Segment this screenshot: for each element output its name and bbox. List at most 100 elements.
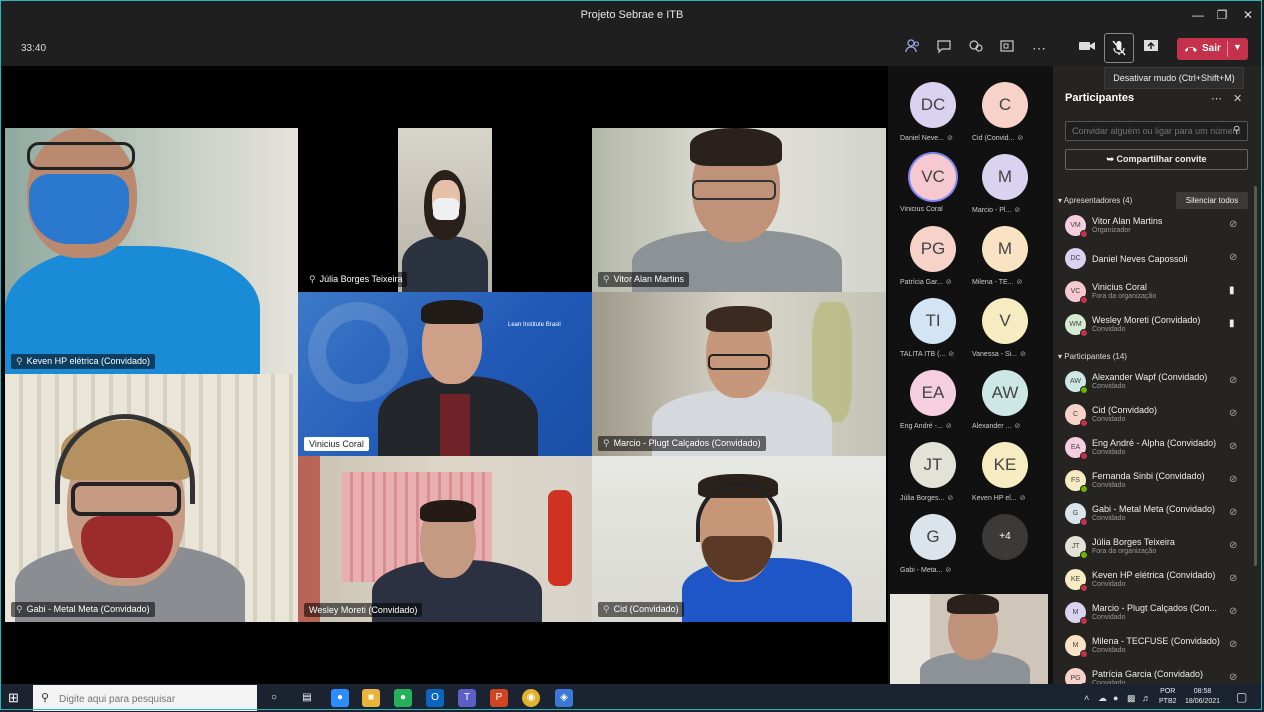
mic-muted-icon bbox=[1112, 40, 1126, 56]
participant-row[interactable]: M Marcio - Plugt Calçados (Con... Convidad… bbox=[1053, 598, 1264, 628]
roster-label: Eng André -... ⊘ bbox=[900, 423, 952, 430]
mic-muted-icon[interactable]: ⊘ bbox=[1229, 408, 1237, 419]
task-view-icon[interactable]: ▤ bbox=[298, 689, 316, 707]
window-title: Projeto Sebrae e ITB bbox=[580, 9, 684, 21]
roster-avatar[interactable]: JT bbox=[910, 442, 956, 488]
participants-icon[interactable] bbox=[903, 38, 923, 58]
notifications-icon[interactable]: ▢ bbox=[1236, 690, 1247, 704]
mic-icon[interactable]: ▮ bbox=[1229, 285, 1235, 296]
mic-muted-icon[interactable]: ⊘ bbox=[1229, 606, 1237, 617]
chrome-icon[interactable]: ◉ bbox=[522, 689, 540, 707]
video-tile[interactable]: ⚲ Cid (Convidado) bbox=[592, 456, 886, 622]
taskbar-search-input[interactable] bbox=[57, 689, 251, 709]
whatsapp-icon[interactable]: ● bbox=[394, 689, 412, 707]
rooms-icon[interactable] bbox=[997, 38, 1017, 58]
mic-muted-icon[interactable]: ⊘ bbox=[1229, 441, 1237, 452]
participant-row[interactable]: C Cid (Convidado) Convidado ⊘ bbox=[1053, 400, 1264, 430]
participant-row[interactable]: JT Júlia Borges Teixeira Fora da organizaç… bbox=[1053, 532, 1264, 562]
powerpoint-icon[interactable]: P bbox=[490, 689, 508, 707]
outlook-icon[interactable]: O bbox=[426, 689, 444, 707]
participant-row[interactable]: VM Vitor Alan Martins Organizador ⊘ bbox=[1053, 211, 1264, 241]
video-tile[interactable]: ⚲ Gabi - Metal Meta (Convidado) bbox=[5, 374, 298, 622]
share-screen-icon[interactable] bbox=[1141, 38, 1161, 58]
participants-header[interactable]: ▾ Participantes (14) bbox=[1058, 352, 1127, 361]
mic-icon[interactable]: ▮ bbox=[1229, 318, 1235, 329]
tile-name: Vinicius Coral bbox=[309, 439, 364, 449]
participant-row[interactable]: DC Daniel Neves Capossoli ⊘ bbox=[1053, 244, 1264, 274]
roster-avatar[interactable]: PG bbox=[910, 226, 956, 272]
roster-avatar[interactable]: V bbox=[982, 298, 1028, 344]
roster-avatar[interactable]: G bbox=[910, 514, 956, 560]
cortana-icon[interactable]: ○ bbox=[265, 689, 283, 707]
participant-row[interactable]: WM Wesley Moreti (Convidado) Convidado ▮ bbox=[1053, 310, 1264, 340]
close-panel-icon[interactable]: ✕ bbox=[1233, 92, 1242, 105]
video-tile[interactable]: ⚲ Keven HP elétrica (Convidado) bbox=[5, 128, 298, 374]
roster-avatar[interactable]: AW bbox=[982, 370, 1028, 416]
mic-muted-icon[interactable]: ⊘ bbox=[1229, 474, 1237, 485]
language-indicator[interactable]: POR PTB2 bbox=[1159, 687, 1177, 707]
mic-muted-icon[interactable]: ⊘ bbox=[1229, 507, 1237, 518]
roster-avatar[interactable]: EA bbox=[910, 370, 956, 416]
roster-avatar[interactable]: C bbox=[982, 82, 1028, 128]
roster-avatar[interactable]: DC bbox=[910, 82, 956, 128]
mic-muted-icon[interactable]: ⊘ bbox=[1229, 540, 1237, 551]
roster-avatar[interactable]: VC bbox=[910, 154, 956, 200]
mic-muted-icon[interactable]: ⊘ bbox=[1229, 573, 1237, 584]
participant-role: Fora da organização bbox=[1092, 293, 1157, 300]
mic-button[interactable] bbox=[1104, 33, 1134, 63]
leave-button[interactable]: Sair ▼ bbox=[1177, 38, 1248, 60]
system-clock[interactable]: 08:58 18/06/2021 bbox=[1185, 687, 1220, 707]
roster-avatar[interactable]: TI bbox=[910, 298, 956, 344]
roster-avatar[interactable]: +4 bbox=[982, 514, 1028, 560]
participant-row[interactable]: EA Eng André - Alpha (Convidado) Convidado… bbox=[1053, 433, 1264, 463]
security-icon[interactable]: ◈ bbox=[555, 689, 573, 707]
roster-avatar[interactable]: M bbox=[982, 226, 1028, 272]
mute-all-button[interactable]: Silenciar todos bbox=[1176, 192, 1248, 209]
video-tile[interactable]: ⚲ Marcio - Plugt Calçados (Convidado) bbox=[592, 292, 886, 456]
mic-muted-icon[interactable]: ⊘ bbox=[1229, 639, 1237, 650]
video-tile[interactable]: Wesley Moreti (Convidado) bbox=[298, 456, 592, 622]
taskbar-search[interactable]: ⚲ bbox=[33, 685, 257, 711]
mic-muted-icon[interactable]: ⊘ bbox=[1229, 219, 1237, 230]
chat-icon[interactable] bbox=[934, 38, 954, 58]
video-tile[interactable]: ⚲ Vitor Alan Martins bbox=[592, 128, 886, 292]
invite-input[interactable] bbox=[1065, 121, 1248, 141]
participant-row[interactable]: KE Keven HP elétrica (Convidado) Convidado… bbox=[1053, 565, 1264, 595]
roster-avatar[interactable]: M bbox=[982, 154, 1028, 200]
presenters-header[interactable]: ▾ Apresentadores (4) bbox=[1058, 196, 1132, 205]
participant-name: Júlia Borges Teixeira bbox=[1092, 537, 1175, 547]
tray-chevron-icon[interactable]: ˄ bbox=[1084, 693, 1089, 703]
mic-muted-icon: ⊘ bbox=[1017, 135, 1024, 142]
chevron-down-icon[interactable]: ▼ bbox=[1233, 42, 1242, 52]
participant-row[interactable]: M Milena - TECFUSE (Convidado) Convidado ⊘ bbox=[1053, 631, 1264, 661]
participant-row[interactable]: G Gabi - Metal Meta (Convidado) Convidado ⊘ bbox=[1053, 499, 1264, 529]
participant-row[interactable]: VC Vinicius Coral Fora da organização ▮ bbox=[1053, 277, 1264, 307]
teams-icon[interactable]: T bbox=[458, 689, 476, 707]
mic-muted-icon[interactable]: ⊘ bbox=[1229, 252, 1237, 263]
participant-row[interactable]: FS Fernanda Sinbi (Convidado) Convidado ⊘ bbox=[1053, 466, 1264, 496]
roster-avatar[interactable]: KE bbox=[982, 442, 1028, 488]
participant-row[interactable]: AW Alexander Wapf (Convidado) Convidado ⊘ bbox=[1053, 367, 1264, 397]
share-invite-button[interactable]: ➥ Compartilhar convite bbox=[1065, 149, 1248, 170]
status-badge bbox=[1080, 617, 1088, 625]
zoom-icon[interactable]: ● bbox=[331, 689, 349, 707]
close-icon[interactable]: ✕ bbox=[1239, 6, 1257, 24]
mic-muted-icon: ⊘ bbox=[947, 495, 954, 502]
panel-scrollbar[interactable] bbox=[1254, 186, 1257, 566]
more-options-icon[interactable]: ⋯ bbox=[1029, 38, 1049, 58]
more-options-icon[interactable]: ⋯ bbox=[1211, 92, 1222, 105]
windows-start-icon[interactable]: ⊞ bbox=[8, 690, 24, 706]
mute-tooltip: Desativar mudo (Ctrl+Shift+M) bbox=[1104, 67, 1244, 89]
reactions-icon[interactable] bbox=[966, 38, 986, 58]
mic-muted-icon[interactable]: ⊘ bbox=[1229, 672, 1237, 683]
video-tile[interactable]: Lean Institute Brasil Vinicius Coral bbox=[298, 292, 592, 456]
maximize-icon[interactable]: ❐ bbox=[1213, 6, 1231, 24]
minimize-icon[interactable]: — bbox=[1189, 6, 1207, 24]
video-stage: ⚲ Keven HP elétrica (Convidado) ⚲ Júlia Bo… bbox=[0, 66, 888, 684]
video-tile[interactable]: ⚲ Júlia Borges Teixeira bbox=[298, 128, 592, 292]
mic-muted-icon[interactable]: ⊘ bbox=[1229, 375, 1237, 386]
file-explorer-icon[interactable]: ■ bbox=[362, 689, 380, 707]
roster-label: Cid (Convid... ⊘ bbox=[972, 135, 1024, 142]
camera-icon[interactable] bbox=[1077, 38, 1097, 58]
mic-muted-icon: ⊘ bbox=[945, 279, 952, 286]
